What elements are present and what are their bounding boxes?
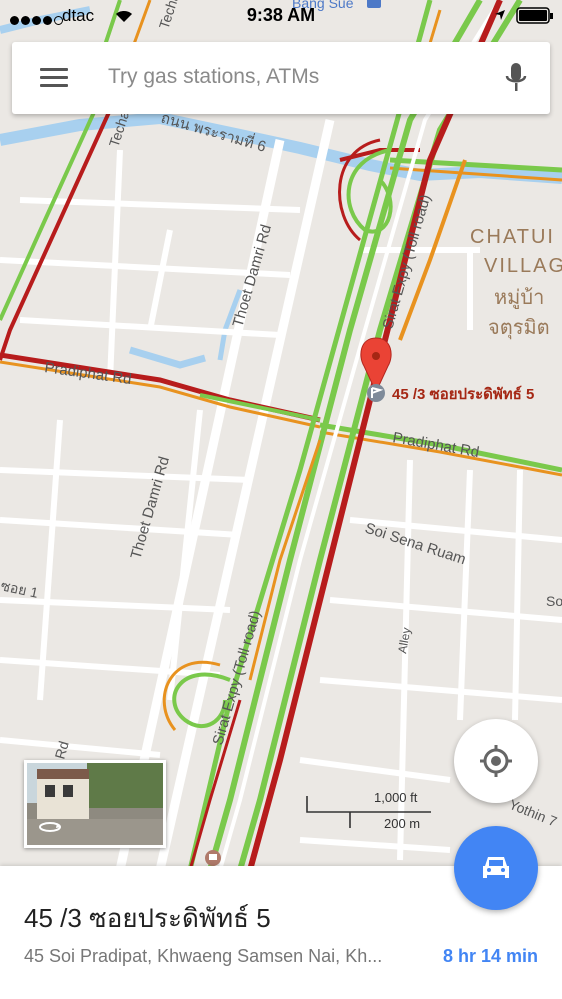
place-title: 45 /3 ซอยประดิพัทธ์ 5 — [24, 903, 271, 933]
directions-button[interactable] — [454, 826, 538, 910]
hamburger-menu-icon[interactable] — [40, 68, 68, 88]
scale-feet: 1,000 ft — [374, 790, 418, 805]
my-location-button[interactable] — [454, 719, 538, 803]
place-address: 45 Soi Pradipat, Khwaeng Samsen Nai, Kh.… — [24, 946, 383, 966]
status-bar: dtac 9:38 AM — [0, 0, 562, 34]
car-icon — [483, 857, 509, 878]
street-view-thumbnail[interactable] — [24, 760, 166, 848]
rotate-360-icon — [39, 822, 61, 832]
pin-label[interactable]: 45 /3 ซอยประดิพัทธ์ 5 — [392, 385, 534, 403]
search-bar[interactable]: Try gas stations, ATMs — [12, 42, 550, 114]
battery-icon — [516, 7, 553, 24]
travel-time: 8 hr 14 min — [442, 946, 538, 966]
label-so: So — [546, 593, 562, 609]
label-chatuchak-1: CHATUI — [470, 226, 555, 248]
label-chatuchak-th1: หมู่บ้า — [494, 287, 544, 310]
status-time: 9:38 AM — [246, 5, 316, 25]
microphone-icon[interactable] — [504, 62, 528, 94]
label-chatuchak-th2: จตุรมิต — [488, 317, 550, 340]
scale-meters: 200 m — [384, 816, 421, 831]
search-input[interactable]: Try gas stations, ATMs — [108, 65, 319, 89]
label-chatuchak-2: VILLAG — [484, 255, 562, 277]
scale-bar: 1,000 ft 200 m — [304, 790, 434, 831]
crosshair-icon — [480, 745, 512, 777]
place-marker-icon — [367, 384, 385, 402]
location-arrow-icon — [495, 10, 505, 20]
transit-icon — [205, 850, 221, 866]
